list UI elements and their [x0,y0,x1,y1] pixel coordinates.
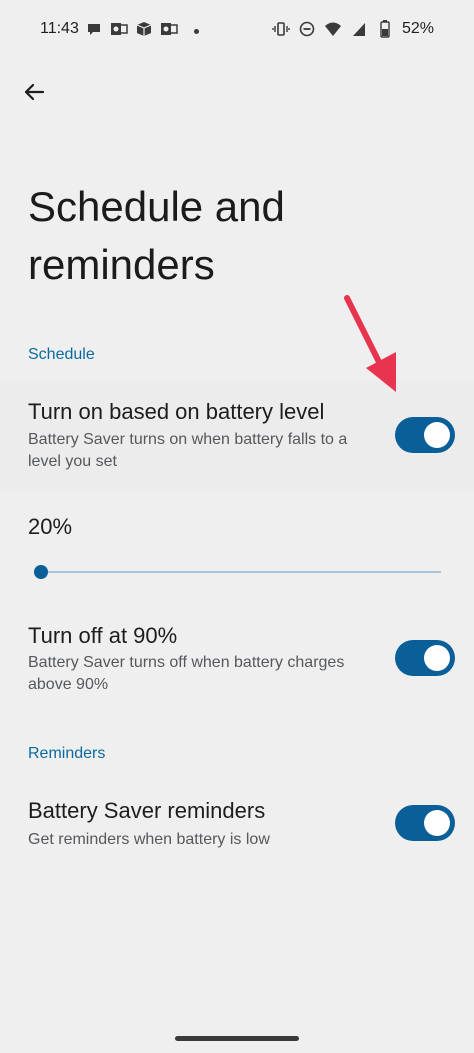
outlook-icon [160,21,178,41]
battery-level-value: 20% [28,514,73,539]
page-title: Schedule and reminders [28,183,285,288]
chat-bubble-icon [86,21,102,41]
battery-level-row-title: Turn on based on battery level [28,399,325,424]
status-time: 11:43 [40,20,79,37]
status-bar: 11:43 52% [0,0,474,60]
turn-off-row-title: Turn off at 90% [28,623,178,648]
section-header-reminders: Reminders [28,745,106,762]
section-header-schedule: Schedule [28,346,95,363]
home-indicator[interactable] [175,1036,299,1041]
wifi-icon [324,20,342,38]
battery-level-slider-track[interactable] [41,571,441,573]
toggle-knob [424,810,450,836]
turn-off-row-summary: Battery Saver turns off when battery cha… [28,654,345,693]
toggle-knob [424,645,450,671]
battery-icon [376,20,394,38]
turn-off-toggle[interactable] [395,640,455,676]
outlook-icon [110,21,128,41]
arrow-back-icon [24,83,45,101]
more-notifications-dot [194,28,199,34]
back-button[interactable] [16,74,52,110]
system-icons: 52% [272,20,434,38]
vibrate-icon [272,20,290,38]
reminders-row-title: Battery Saver reminders [28,798,266,823]
toggle-knob [424,422,450,448]
do-not-disturb-icon [298,20,316,38]
reminders-row-summary: Get reminders when battery is low [28,831,270,848]
battery-level-row-summary: Battery Saver turns on when battery fall… [28,431,348,470]
annotation-arrow-icon [344,295,396,392]
notification-icons [86,21,199,41]
signal-icon [350,20,368,38]
battery-level-toggle[interactable] [395,417,455,453]
battery-level-slider-thumb[interactable] [34,565,48,579]
battery-percent: 52% [401,20,434,37]
box-icon [136,21,152,41]
reminders-toggle[interactable] [395,805,455,841]
